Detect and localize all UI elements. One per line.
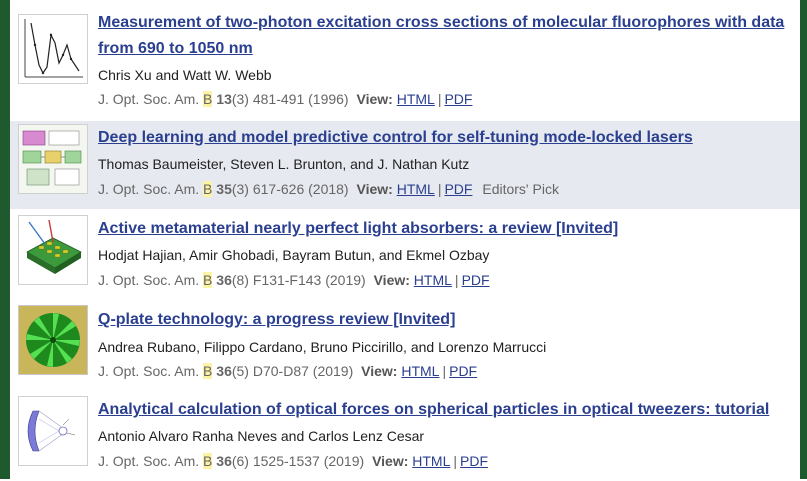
journal-name: J. Opt. Soc. Am.: [98, 272, 200, 288]
pdf-link[interactable]: PDF: [460, 453, 488, 469]
article-item: Q-plate technology: a progress review [I…: [10, 303, 800, 391]
journal-name: J. Opt. Soc. Am.: [98, 363, 200, 379]
article-authors: Thomas Baumeister, Steven L. Brunton, an…: [98, 156, 470, 172]
view-label: View:: [356, 91, 393, 107]
left-frame-border: [0, 0, 10, 479]
html-link[interactable]: HTML: [412, 453, 450, 469]
journal-section: B: [203, 453, 213, 469]
article-item: Active metamaterial nearly perfect light…: [10, 212, 800, 300]
link-separator: |: [454, 272, 459, 288]
article-citation: J. Opt. Soc. Am. B 36(8) F131-F143 (2019…: [98, 272, 490, 288]
article-item: Deep learning and model predictive contr…: [10, 121, 800, 209]
html-link[interactable]: HTML: [401, 363, 439, 379]
pdf-link[interactable]: PDF: [462, 272, 490, 288]
article-citation: J. Opt. Soc. Am. B 13(3) 481-491 (1996) …: [98, 91, 472, 107]
pdf-link[interactable]: PDF: [444, 181, 472, 197]
view-label: View:: [356, 181, 393, 197]
article-title-link[interactable]: Deep learning and model predictive contr…: [98, 125, 792, 151]
link-separator: |: [437, 181, 442, 197]
journal-name: J. Opt. Soc. Am.: [98, 181, 200, 197]
volume: 13: [216, 91, 232, 107]
journal-section: B: [203, 272, 213, 288]
article-item: Measurement of two-photon excitation cro…: [10, 0, 800, 107]
article-thumbnail-diagram[interactable]: [18, 124, 88, 194]
volume: 35: [216, 181, 232, 197]
article-title-link[interactable]: Measurement of two-photon excitation cro…: [98, 10, 792, 62]
view-label: View:: [372, 453, 409, 469]
journal-section: B: [203, 363, 213, 379]
journal-name: J. Opt. Soc. Am.: [98, 453, 200, 469]
issue-pages-year: (3) 617-626 (2018): [231, 181, 349, 197]
journal-section: B: [203, 181, 213, 197]
article-thumbnail-metamaterial[interactable]: [18, 215, 88, 285]
article-thumbnail-plot[interactable]: [18, 14, 88, 84]
editors-pick-badge: Editors' Pick: [482, 181, 559, 197]
html-link[interactable]: HTML: [397, 91, 435, 107]
article-item: Analytical calculation of optical forces…: [10, 393, 800, 481]
article-authors: Chris Xu and Watt W. Webb: [98, 67, 272, 83]
issue-pages-year: (6) 1525-1537 (2019): [231, 453, 365, 469]
issue-pages-year: (3) 481-491 (1996): [231, 91, 349, 107]
article-thumbnail-tweezers[interactable]: [18, 396, 88, 466]
volume: 36: [216, 272, 232, 288]
article-list: Measurement of two-photon excitation cro…: [10, 0, 800, 479]
article-authors: Hodjat Hajian, Amir Ghobadi, Bayram Butu…: [98, 247, 490, 263]
article-citation: J. Opt. Soc. Am. B 36(5) D70-D87 (2019) …: [98, 363, 477, 379]
journal-section: B: [203, 91, 213, 107]
issue-pages-year: (5) D70-D87 (2019): [231, 363, 354, 379]
view-label: View:: [361, 363, 398, 379]
article-authors: Andrea Rubano, Filippo Cardano, Bruno Pi…: [98, 339, 547, 355]
link-separator: |: [442, 363, 447, 379]
pdf-link[interactable]: PDF: [449, 363, 477, 379]
volume: 36: [216, 453, 232, 469]
link-separator: |: [453, 453, 458, 469]
article-title-link[interactable]: Q-plate technology: a progress review [I…: [98, 307, 792, 333]
view-label: View:: [373, 272, 410, 288]
link-separator: |: [437, 91, 442, 107]
right-frame-border: [800, 0, 807, 479]
article-thumbnail-qplate[interactable]: [18, 305, 88, 375]
article-citation: J. Opt. Soc. Am. B 35(3) 617-626 (2018) …: [98, 181, 559, 197]
issue-pages-year: (8) F131-F143 (2019): [231, 272, 366, 288]
article-title-link[interactable]: Analytical calculation of optical forces…: [98, 397, 792, 423]
html-link[interactable]: HTML: [397, 181, 435, 197]
journal-name: J. Opt. Soc. Am.: [98, 91, 200, 107]
article-authors: Antonio Alvaro Ranha Neves and Carlos Le…: [98, 428, 425, 444]
article-title-link[interactable]: Active metamaterial nearly perfect light…: [98, 216, 792, 242]
html-link[interactable]: HTML: [414, 272, 452, 288]
article-citation: J. Opt. Soc. Am. B 36(6) 1525-1537 (2019…: [98, 453, 488, 469]
pdf-link[interactable]: PDF: [444, 91, 472, 107]
volume: 36: [216, 363, 232, 379]
